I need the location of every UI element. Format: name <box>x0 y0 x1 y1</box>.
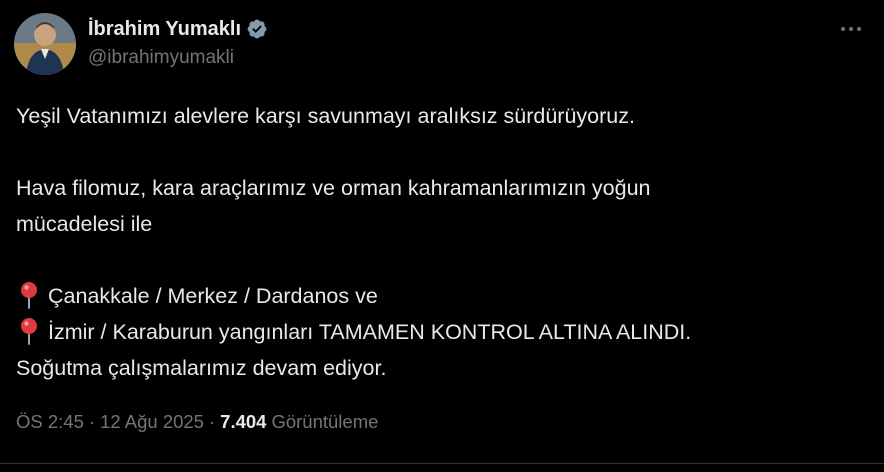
verified-badge-icon <box>246 18 268 40</box>
meta-separator: · <box>208 411 216 432</box>
author-handle[interactable]: @ibrahimyumakli <box>88 47 234 69</box>
tweet-text: Yeşil Vatanımızı alevlere karşı savunmay… <box>16 98 866 386</box>
tweet-meta: ÖS 2:45 · 12 Ağu 2025 · 7.404 Görüntüleme <box>16 411 378 433</box>
author-display-name[interactable]: İbrahim Yumaklı <box>88 18 241 41</box>
tweet-line: mücadelesi ile <box>16 212 153 236</box>
avatar-image <box>14 13 76 75</box>
author-name-row: İbrahim Yumaklı <box>88 15 268 43</box>
tweet-line: İzmir / Karaburun yangınları TAMAMEN KON… <box>48 320 692 344</box>
tweet-line: Soğutma çalışmalarımız devam ediyor. <box>16 356 387 380</box>
tweet-line: Yeşil Vatanımızı alevlere karşı savunmay… <box>16 104 635 128</box>
tweet-date: 12 Ağu 2025 <box>100 411 204 432</box>
tweet-card[interactable]: İbrahim Yumaklı @ibrahimyumakli Yeşil Va… <box>0 0 884 472</box>
round-pushpin-icon <box>18 317 40 345</box>
more-options-button[interactable] <box>836 14 866 44</box>
tweet-line: Çanakkale / Merkez / Dardanos ve <box>48 284 378 308</box>
divider <box>0 463 884 464</box>
tweet-line: Hava filomuz, kara araçlarımız ve orman … <box>16 176 651 200</box>
tweet-time-link[interactable]: ÖS 2:45 · 12 Ağu 2025 <box>16 411 204 433</box>
round-pushpin-icon <box>18 281 40 309</box>
tweet-line-pin: İzmir / Karaburun yangınları TAMAMEN KON… <box>16 314 866 350</box>
meta-separator: · <box>88 411 96 432</box>
views-label: Görüntüleme <box>271 411 379 432</box>
views-count: 7.404 <box>220 411 267 432</box>
avatar[interactable] <box>14 13 76 75</box>
tweet-line-pin: Çanakkale / Merkez / Dardanos ve <box>16 278 866 314</box>
tweet-time: ÖS 2:45 <box>16 411 84 432</box>
more-options-icon <box>841 27 861 31</box>
